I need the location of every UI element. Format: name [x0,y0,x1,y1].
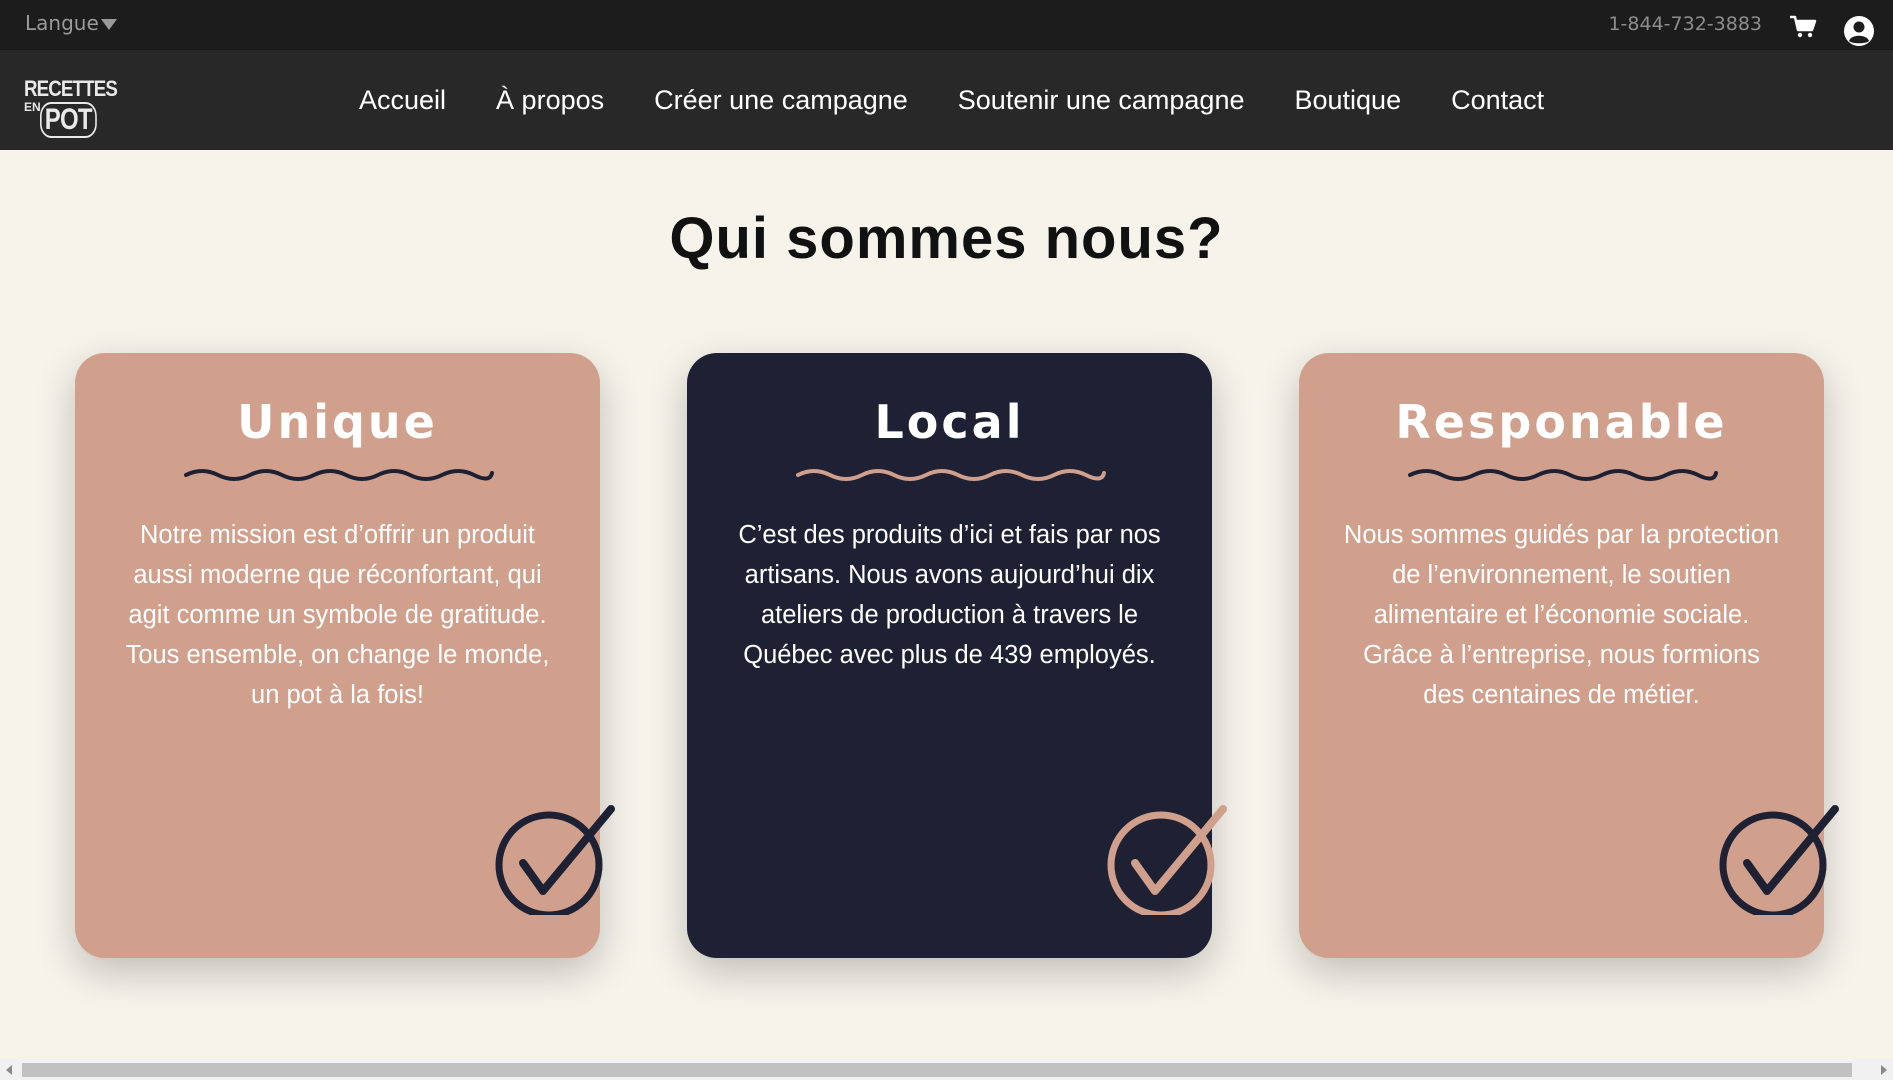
phone-number[interactable]: 1-844-732-3883 [1608,13,1762,35]
nav-item-contact[interactable]: Contact [1451,85,1544,116]
nav-item-accueil[interactable]: Accueil [359,85,446,116]
wave-divider-icon [1408,469,1718,481]
logo-line-2: EN [24,100,41,114]
card-title: Local [874,395,1025,449]
card-unique: Unique Notre mission est d’offrir un pro… [75,353,615,958]
logo-line-3: POT [40,102,97,138]
user-account-icon[interactable] [1843,15,1875,47]
cart-icon[interactable] [1789,15,1817,39]
card-title: Unique [237,395,438,449]
scrollbar-thumb[interactable] [22,1063,1852,1077]
recettes-en-pot-logo[interactable]: RECETTES EN POT [24,76,118,140]
card-responable: Responable Nous sommes guidés par la pro… [1299,353,1839,958]
language-selector[interactable]: Langue [25,11,117,35]
scroll-right-arrow-icon[interactable] [1881,1065,1887,1075]
primary-nav: Accueil À propos Créer une campagne Sout… [359,50,1594,150]
checkmark-circle-icon [495,805,615,915]
nav-item-soutenir-campagne[interactable]: Soutenir une campagne [958,85,1245,116]
nav-item-boutique[interactable]: Boutique [1295,85,1402,116]
language-label: Langue [25,11,99,35]
top-utility-bar: Langue 1-844-732-3883 [0,0,1893,50]
checkmark-circle-icon [1719,805,1839,915]
card-text: C’est des produits d’ici et fais par nos… [738,521,1161,669]
wave-divider-icon [184,469,494,481]
logo-line-1: RECETTES [24,76,118,101]
main-navbar: RECETTES EN POT Accueil À propos Créer u… [0,50,1893,150]
nav-item-creer-campagne[interactable]: Créer une campagne [654,85,908,116]
card-text: Nous sommes guidés par la protection de … [1343,521,1780,709]
wave-divider-icon [796,469,1106,481]
card-text: Notre mission est d’offrir un produit au… [125,521,550,709]
section-title: Qui sommes nous? [669,206,1224,271]
scroll-left-arrow-icon[interactable] [6,1065,12,1075]
checkmark-circle-icon [1107,805,1227,915]
nav-item-a-propos[interactable]: À propos [496,85,604,116]
caret-down-icon [100,18,117,30]
card-title: Responable [1395,395,1728,449]
card-local: Local C’est des produits d’ici et fais p… [687,353,1227,958]
horizontal-scrollbar[interactable] [0,1059,1893,1080]
